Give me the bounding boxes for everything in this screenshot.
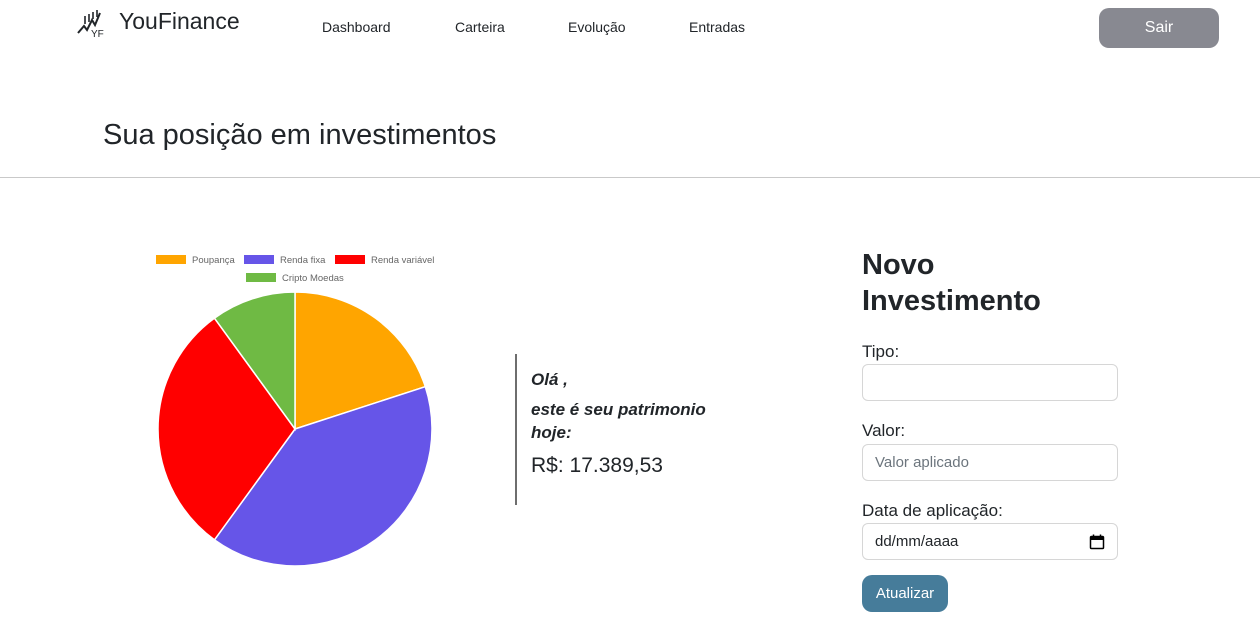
brand[interactable]: YF YouFinance (76, 8, 240, 38)
legend-label-0[interactable]: Poupança (192, 255, 236, 266)
page-title: Sua posição em investimentos (103, 119, 497, 151)
date-placeholder: dd/mm/aaaa (875, 533, 959, 550)
chart-trend-icon: YF (77, 10, 104, 38)
pie-chart-svg: Poupança Renda fixa Renda variável Cripto M… (156, 255, 434, 567)
legend-swatch-1[interactable] (244, 255, 274, 264)
patrimony-summary: Olá , este é seu patrimonio hoje: R$: 17… (515, 354, 745, 505)
legend-swatch-3[interactable] (246, 273, 276, 282)
greeting-text: Olá , (531, 370, 568, 389)
patrimony-message: este é seu patrimonio hoje: (531, 400, 706, 442)
valor-input[interactable] (862, 444, 1118, 481)
form-title: Novo Investimento (862, 249, 1041, 317)
data-aplicacao-label: Data de aplicação: (862, 501, 1003, 520)
logout-button[interactable]: Sair (1099, 8, 1219, 48)
legend-swatch-0[interactable] (156, 255, 186, 264)
legend-label-1[interactable]: Renda fixa (280, 255, 326, 266)
nav-link-evolucao[interactable]: Evolução (568, 18, 626, 36)
nav-link-carteira[interactable]: Carteira (455, 18, 505, 36)
tipo-label: Tipo: (862, 342, 900, 361)
legend-swatch-2[interactable] (335, 255, 365, 264)
tipo-input[interactable] (862, 364, 1118, 401)
brand-name: YouFinance (119, 8, 240, 34)
data-aplicacao-input[interactable]: dd/mm/aaaa (862, 523, 1118, 560)
nav-link-entradas[interactable]: Entradas (689, 18, 745, 36)
portfolio-pie-chart: Poupança Renda fixa Renda variável Cripto M… (140, 245, 460, 575)
header-divider (0, 177, 1260, 178)
calendar-icon[interactable] (1089, 534, 1105, 550)
nav-link-dashboard[interactable]: Dashboard (322, 18, 391, 36)
navbar: YF YouFinance Dashboard Carteira Evoluçã… (0, 0, 1260, 60)
balance-value: R$: 17.389,53 (531, 454, 663, 477)
atualizar-button[interactable]: Atualizar (862, 575, 948, 612)
valor-label: Valor: (862, 421, 906, 440)
legend-label-2[interactable]: Renda variável (371, 255, 434, 266)
legend-label-3[interactable]: Cripto Moedas (282, 273, 344, 284)
logo-text: YF (91, 29, 104, 38)
